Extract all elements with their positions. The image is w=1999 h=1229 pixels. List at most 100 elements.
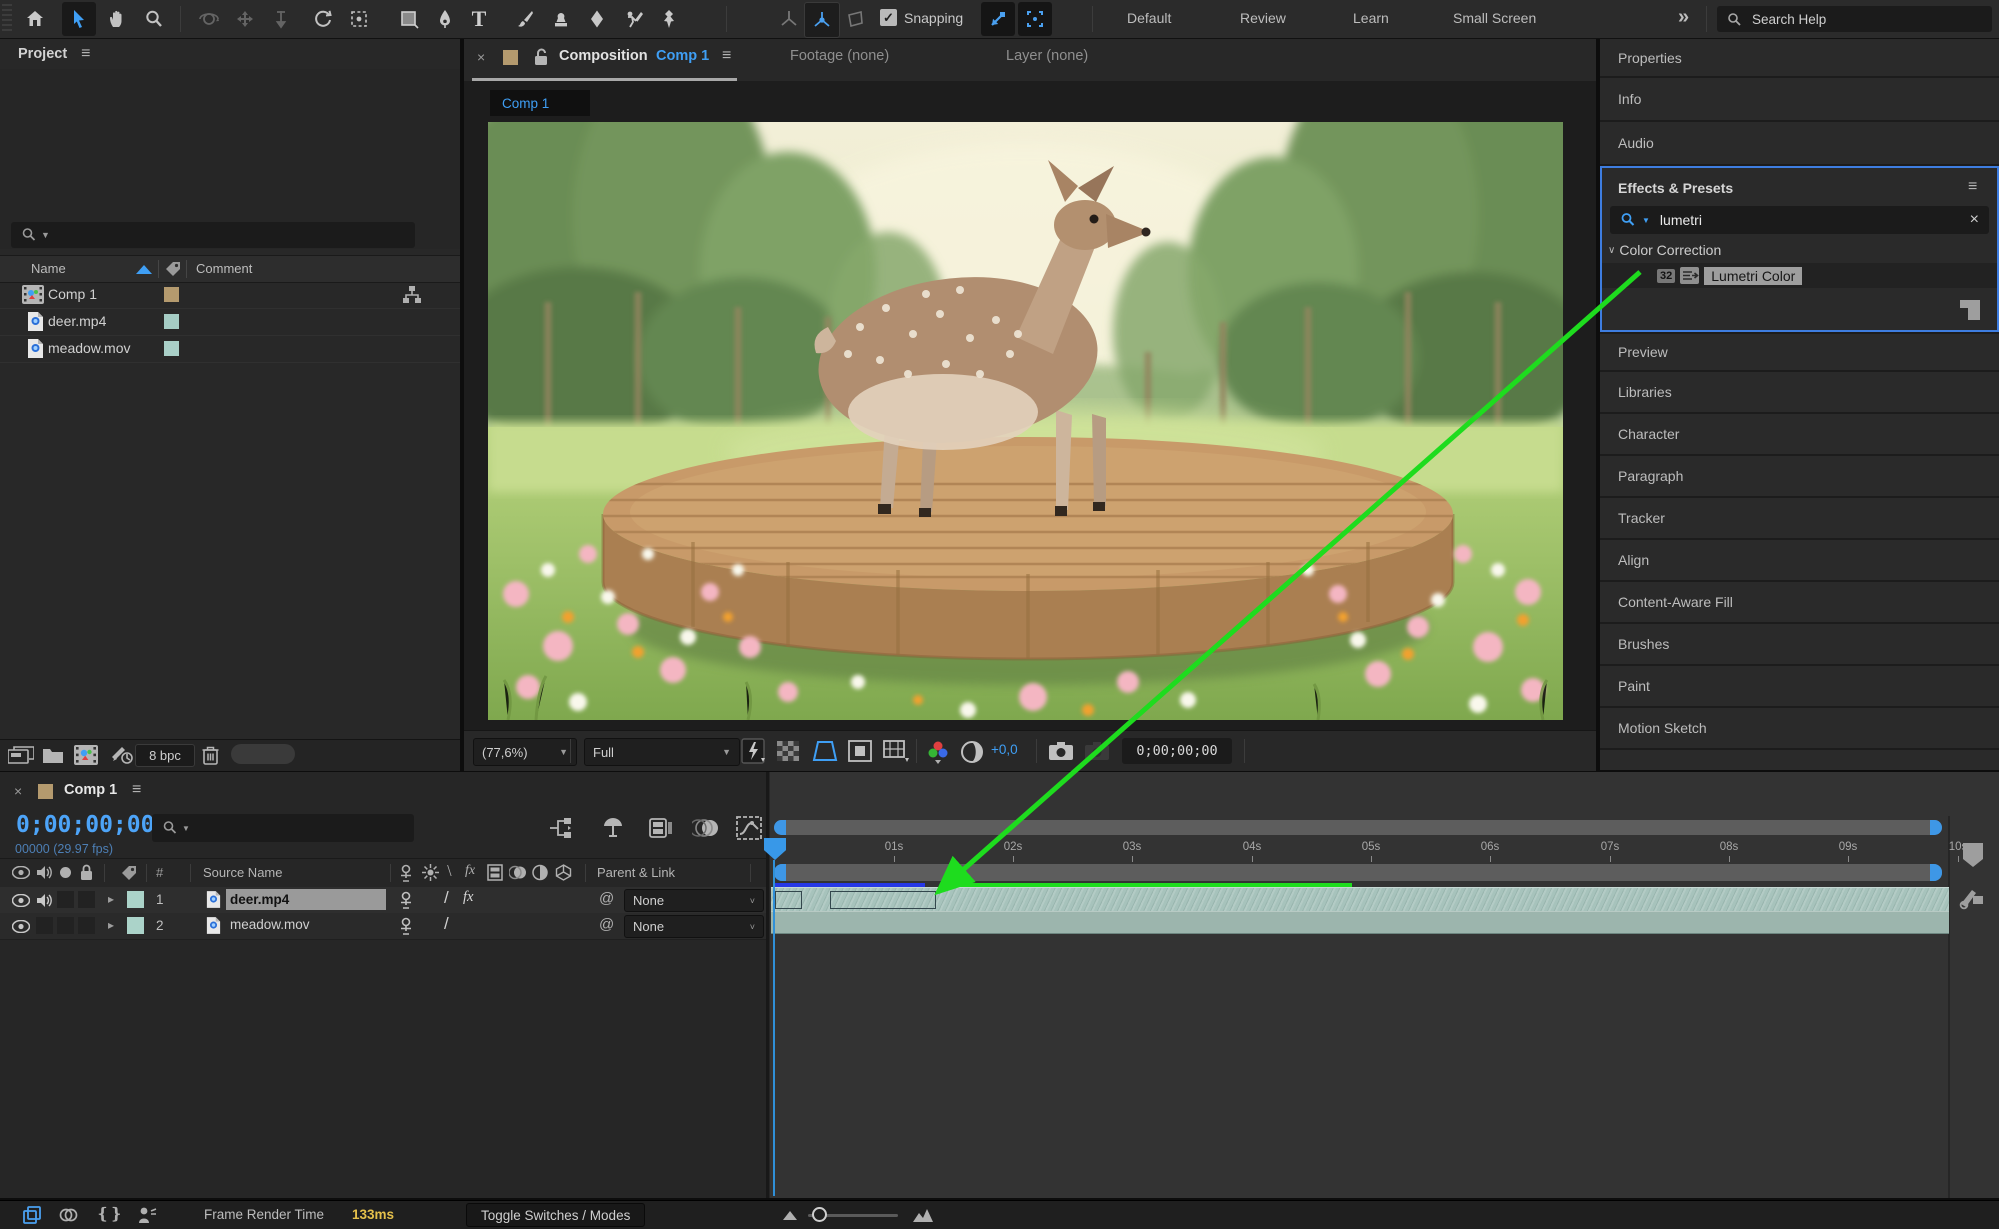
project-row-deer[interactable]: deer.mp4 [0,309,460,336]
rotation-tool-button[interactable] [306,2,340,36]
panel-menu-icon[interactable]: ≡ [722,47,731,65]
layer-bar-deer[interactable] [771,887,1949,912]
workspace-overflow-button[interactable]: » [1678,6,1689,29]
viewer-comp-tab[interactable]: Comp 1 [490,90,590,116]
hand-tool-button[interactable] [100,2,134,36]
parent-pickwhip-icon[interactable]: @ [599,916,614,933]
sidebar-item-preview[interactable]: Preview [1600,334,1999,370]
work-area-start-handle[interactable] [774,864,786,881]
solo-toggle[interactable] [57,891,74,908]
bit-depth-button[interactable]: 8 bpc [135,744,195,767]
composition-viewport[interactable] [488,122,1563,720]
view-axis-mode-button[interactable] [838,2,872,36]
project-footer-scrollbar[interactable] [231,744,295,764]
timeline-track-area[interactable] [770,772,1999,1198]
column-name[interactable]: Name [31,261,66,276]
sidebar-item-audio[interactable]: Audio [1600,122,1999,164]
sidebar-item-paint[interactable]: Paint [1600,666,1999,706]
parent-pickwhip-icon[interactable]: @ [599,890,614,907]
sidebar-item-brushes[interactable]: Brushes [1600,624,1999,664]
resolution-dropdown[interactable]: Full ▼ [584,738,740,766]
orbit-camera-tool-button[interactable] [192,2,226,36]
snapping-checkbox[interactable]: ✓ [880,9,897,26]
time-ruler[interactable]: 0s 01s 02s 03s 04s 05s 06s 07s 08s 09s 1… [770,838,1967,862]
parent-link-dropdown[interactable]: None ˅ [624,915,764,938]
snapping-toggle[interactable]: ✓ Snapping [880,9,963,26]
puppet-pin-tool-button[interactable] [652,2,686,36]
footage-tab[interactable]: Footage (none) [790,48,889,64]
expand-chevron-icon[interactable]: ▸ [108,892,114,906]
clear-search-icon[interactable]: × [1970,211,1979,229]
audio-toggle[interactable] [36,917,53,934]
home-button[interactable] [18,2,52,36]
effects-presets-title[interactable]: Effects & Presets [1618,180,1733,196]
work-area-bar[interactable] [774,864,1942,881]
project-search-field[interactable]: ▼ [11,222,415,248]
world-axis-mode-button[interactable] [804,2,840,38]
column-parent-link[interactable]: Parent & Link [597,865,675,880]
solo-toggle[interactable] [57,917,74,934]
column-source-name[interactable]: Source Name [203,865,282,880]
zoom-tool-button[interactable] [137,2,171,36]
selection-tool-button[interactable] [62,2,96,36]
sidebar-item-info[interactable]: Info [1600,78,1999,120]
brush-tool-button[interactable] [508,2,542,36]
type-tool-button[interactable]: T [462,2,496,36]
sidebar-item-properties[interactable]: Properties [1600,39,1999,76]
sidebar-item-libraries[interactable]: Libraries [1600,372,1999,412]
lock-toggle[interactable] [78,891,95,908]
clone-stamp-tool-button[interactable] [544,2,578,36]
label-color-swatch[interactable] [164,314,179,329]
expand-chevron-icon[interactable]: ▸ [108,918,114,932]
time-navigator-start-handle[interactable] [774,820,786,835]
project-row-comp1[interactable]: Comp 1 [0,282,460,309]
panel-menu-icon[interactable]: ≡ [81,45,90,63]
column-comment[interactable]: Comment [196,261,252,276]
magnification-dropdown[interactable]: (77,6%) ▼ [473,738,577,766]
timeline-tab-name[interactable]: Comp 1 [64,782,117,798]
pen-tool-button[interactable] [428,2,462,36]
lock-toggle[interactable] [78,917,95,934]
expand-collapse-button-icon[interactable]: ❴❵ [96,1204,123,1224]
workspace-tab-review[interactable]: Review [1240,10,1286,26]
help-search-field[interactable]: Search Help [1717,6,1992,32]
label-color-swatch[interactable] [164,341,179,356]
workspace-tab-small-screen[interactable]: Small Screen [1453,10,1536,26]
effects-search-field[interactable]: ▼ lumetri × [1610,206,1989,234]
project-item-name[interactable]: meadow.mov [48,340,130,356]
composition-tab-comp-name[interactable]: Comp 1 [656,48,709,64]
timeline-zoom-knob[interactable] [812,1207,827,1222]
layer-name-label[interactable]: meadow.mov [230,917,310,932]
workspace-tab-learn[interactable]: Learn [1353,10,1389,26]
layer-tab[interactable]: Layer (none) [1006,48,1088,64]
sidebar-item-tracker[interactable]: Tracker [1600,498,1999,538]
sidebar-item-paragraph[interactable]: Paragraph [1600,456,1999,496]
layer-row-deer[interactable]: ▸ 1 deer.mp4 / fx @ None ˅ [0,887,766,914]
pan-camera-tool-button[interactable] [228,2,262,36]
sidebar-item-character[interactable]: Character [1600,414,1999,454]
timeline-search-field[interactable]: ▼ [152,814,414,842]
snap-to-edges-button[interactable] [981,2,1015,36]
effect-name-chip[interactable]: Lumetri Color [1704,266,1803,285]
label-color-swatch[interactable] [503,50,518,65]
parent-link-dropdown[interactable]: None ˅ [624,889,764,912]
playhead-line[interactable] [773,860,775,1196]
label-color-swatch[interactable] [164,287,179,302]
project-item-name[interactable]: Comp 1 [48,286,97,302]
layer-color-swatch[interactable] [127,917,144,934]
project-row-meadow[interactable]: meadow.mov [0,336,460,363]
rectangle-tool-button[interactable] [392,2,426,36]
composition-tab-label[interactable]: Composition [559,48,648,64]
toggle-switches-modes-button[interactable]: Toggle Switches / Modes [466,1203,646,1227]
viewer-timecode[interactable]: 0;00;00;00 [1122,738,1232,764]
sidebar-item-motion-sketch[interactable]: Motion Sketch [1600,708,1999,748]
current-timecode[interactable]: 0;00;00;00 [16,812,154,838]
snap-to-features-button[interactable] [1018,2,1052,36]
tab-close-icon[interactable]: × [477,49,485,65]
layer-bar-meadow[interactable] [771,911,1949,934]
workspace-tab-default[interactable]: Default [1127,10,1171,26]
eraser-tool-button[interactable] [580,2,614,36]
layer-row-meadow[interactable]: ▸ 2 meadow.mov / @ None ˅ [0,913,766,940]
layer-color-swatch[interactable] [127,891,144,908]
time-navigator-bar[interactable] [774,820,1942,835]
